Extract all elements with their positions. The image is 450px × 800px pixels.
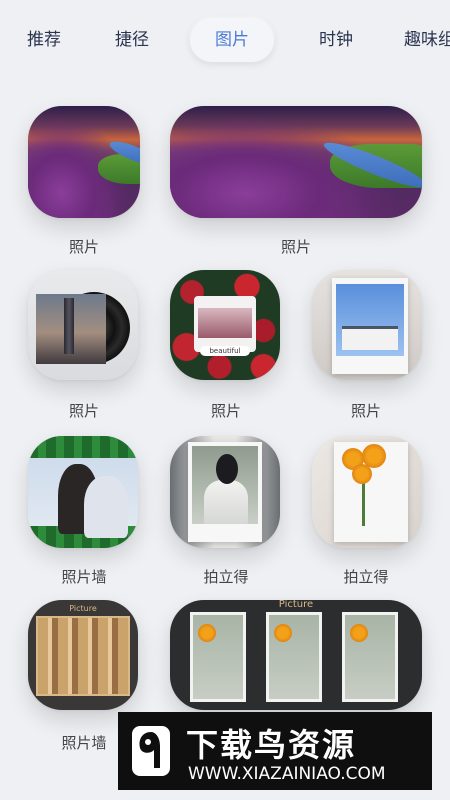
picture-caption: Picture	[69, 604, 97, 613]
tab-fun-widgets[interactable]: 趣味组件	[404, 18, 450, 62]
strip-photo	[266, 612, 322, 702]
watermark-banner: 下载鸟资源 WWW.XIAZAINIAO.COM	[118, 712, 432, 790]
widget-label: 照片	[210, 402, 241, 420]
watermark-url: WWW.XIAZAINIAO.COM	[188, 764, 386, 784]
polaroid-widget-girl[interactable]	[170, 436, 280, 548]
photo-widget-wide-landscape[interactable]	[170, 106, 422, 218]
girl-head	[216, 454, 238, 484]
flower-shape	[274, 624, 292, 642]
picture-caption: Picture	[278, 600, 314, 610]
rocket-shape	[64, 298, 74, 354]
castle-shape	[342, 326, 398, 350]
widget-label: 照片	[350, 402, 381, 420]
flower-shape	[198, 624, 216, 642]
photo-widget-roses[interactable]: beautiful	[170, 270, 280, 380]
watermark-title: 下载鸟资源	[186, 726, 357, 764]
photo-widget-vinyl[interactable]	[28, 270, 138, 380]
widget-label: 照片墙	[61, 568, 107, 586]
toy-shelves	[36, 616, 130, 696]
tab-shortcuts[interactable]: 捷径	[112, 18, 152, 62]
widget-label: 照片	[68, 238, 99, 256]
tab-clock[interactable]: 时钟	[316, 18, 356, 62]
tab-pictures[interactable]: 图片	[190, 18, 274, 62]
widget-label: 照片	[280, 238, 311, 256]
flower-shape	[352, 464, 372, 484]
tab-recommend[interactable]: 推荐	[24, 18, 64, 62]
flower-shape	[350, 624, 368, 642]
photo-widget-castle[interactable]	[312, 270, 422, 380]
strip-photo	[190, 612, 246, 702]
photo-wall-widget-shelves[interactable]: Picture	[28, 600, 138, 710]
photo-wall-widget-christmas[interactable]	[28, 436, 138, 548]
girl-body	[204, 480, 248, 524]
strip-photo	[342, 612, 398, 702]
garland-top	[28, 436, 138, 458]
polaroid-widget-flowers[interactable]	[312, 436, 422, 548]
person-shape	[84, 476, 128, 538]
rose-photo	[198, 308, 252, 338]
widget-label: 照片	[68, 402, 99, 420]
widget-label: 拍立得	[343, 568, 389, 586]
category-tabs: 推荐 捷径 图片 时钟 趣味组件	[0, 18, 450, 64]
beautiful-caption: beautiful	[200, 346, 250, 356]
bird-logo-icon	[132, 726, 170, 776]
photo-widget-small-landscape[interactable]	[28, 106, 140, 218]
photo-strip-widget[interactable]: Picture	[170, 600, 422, 710]
widget-label: 拍立得	[203, 568, 249, 586]
